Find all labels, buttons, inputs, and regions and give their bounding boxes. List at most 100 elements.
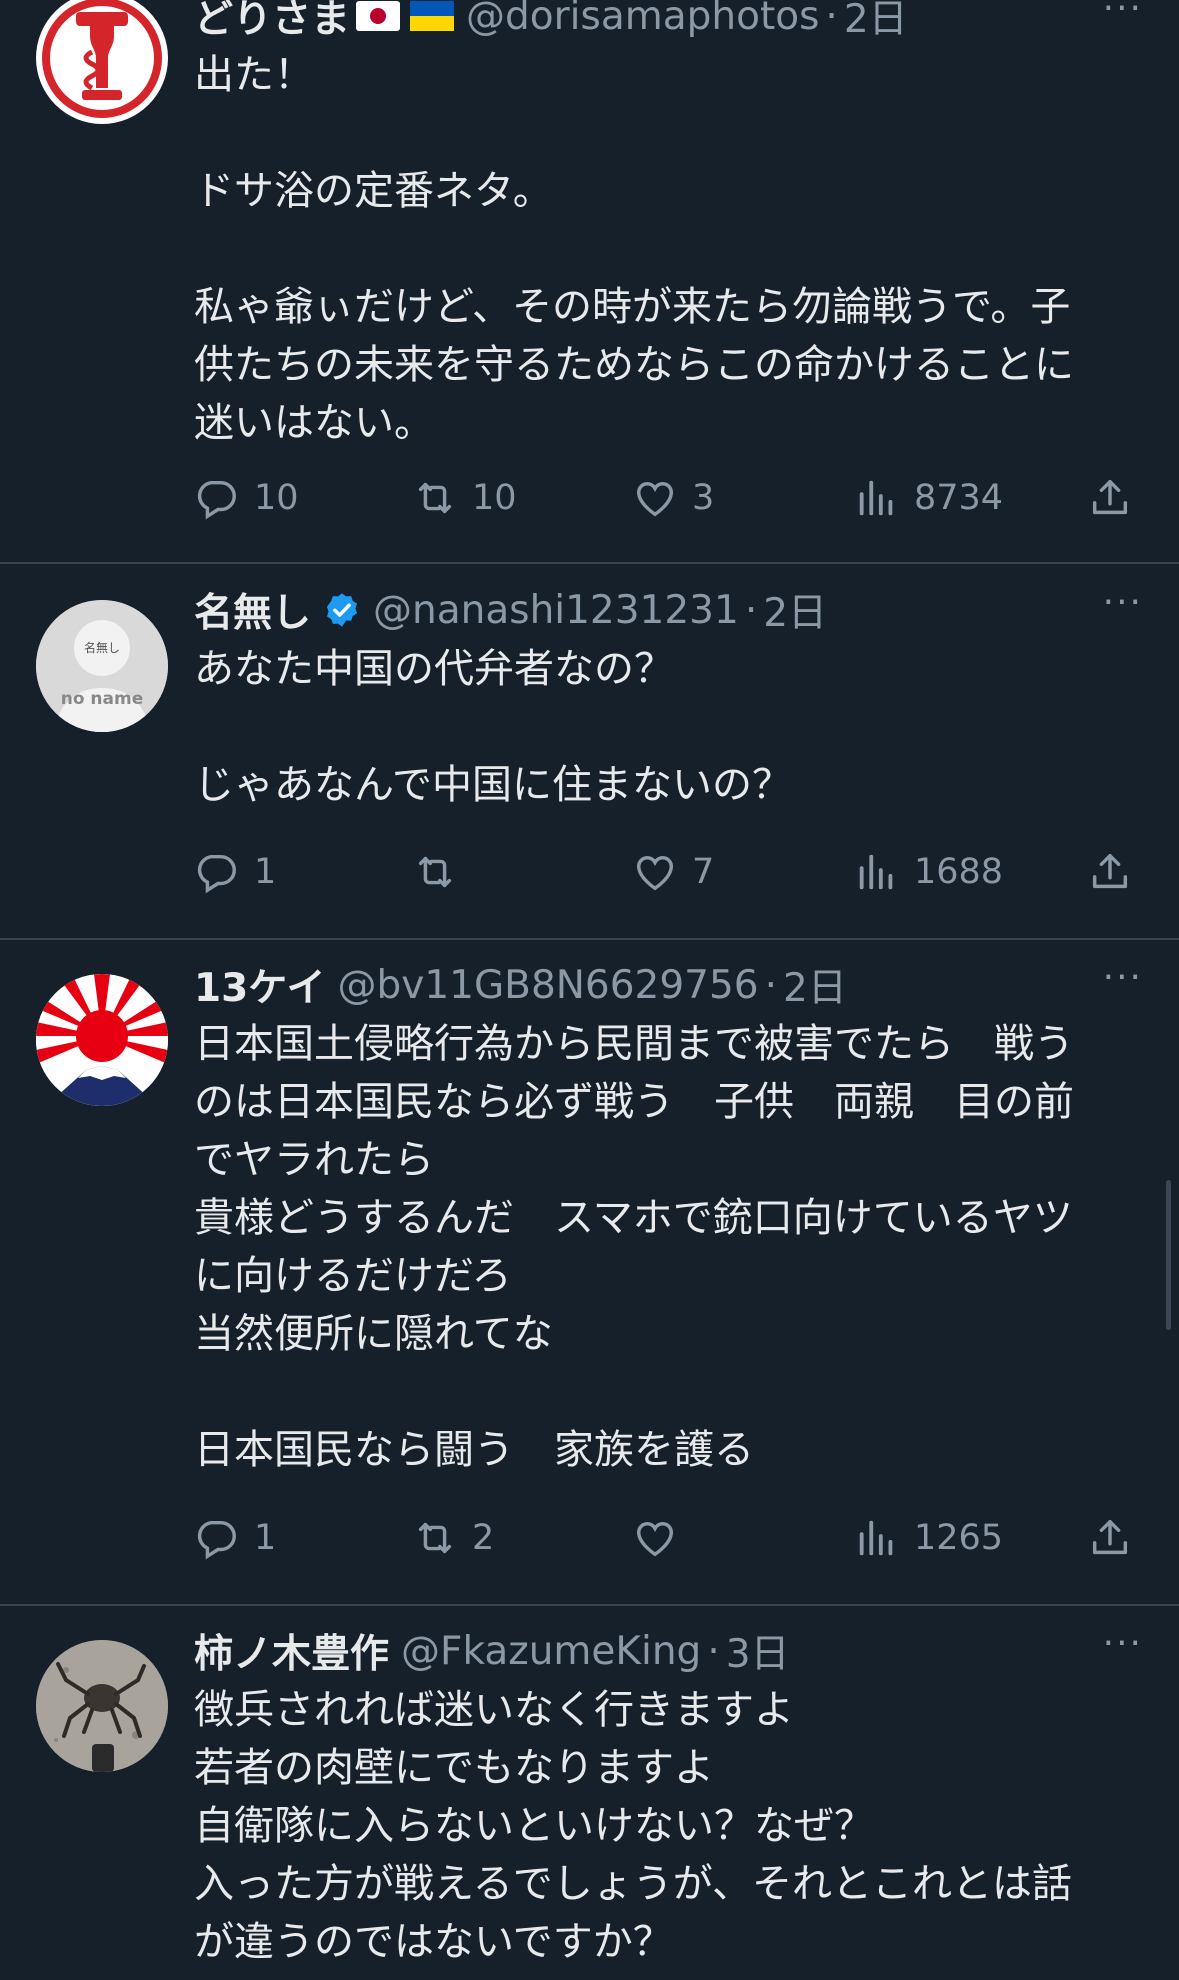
tweet-text: 出た！ ドサ浴の定番ネタ。 私ゃ爺ぃだけど、その時が来たら勿論戦うで。子 供たち… bbox=[194, 46, 1154, 452]
text-line: じゃあなんで中国に住まないの？ bbox=[194, 762, 792, 808]
display-name[interactable]: 柿ノ木豊作 bbox=[194, 1623, 389, 1679]
more-options-button[interactable]: ··· bbox=[1103, 1623, 1143, 1664]
reply-count: 10 bbox=[254, 478, 299, 518]
more-options-button[interactable]: ··· bbox=[1103, 957, 1143, 998]
separator-dot: · bbox=[825, 0, 838, 39]
share-button[interactable] bbox=[1087, 468, 1133, 528]
scrollbar[interactable] bbox=[1166, 1180, 1171, 1330]
text-line: 自衛隊に入らないといけない？なぜ？ bbox=[194, 1803, 874, 1849]
tweet-header: どりさま @dorisamaphotos · 2日 ··· bbox=[194, 0, 1143, 44]
text-line: ドサ浴の定番ネタ。 bbox=[194, 168, 553, 214]
text-line: 若者の肉壁にでもなりますよ bbox=[194, 1745, 714, 1791]
display-name[interactable]: 名無し bbox=[194, 582, 311, 638]
reply-button[interactable]: 1 bbox=[194, 842, 276, 902]
text-line bbox=[194, 698, 1154, 756]
timestamp[interactable]: 2日 bbox=[844, 0, 908, 44]
separator-dot: · bbox=[707, 1628, 720, 1674]
timestamp[interactable]: 2日 bbox=[783, 957, 847, 1013]
like-count: 3 bbox=[692, 478, 715, 518]
verified-badge-icon[interactable] bbox=[323, 591, 361, 629]
trumpet-logo-icon bbox=[38, 0, 166, 122]
share-button[interactable] bbox=[1087, 842, 1133, 902]
share-icon bbox=[1087, 475, 1133, 521]
timestamp[interactable]: 2日 bbox=[763, 582, 827, 638]
text-line: 当然便所に隠れてな bbox=[194, 1311, 553, 1357]
text-line: 入った方が戦えるでしょうが、それとこれとは話 bbox=[194, 1861, 1072, 1907]
share-button[interactable] bbox=[1087, 1508, 1133, 1568]
separator-dot: · bbox=[744, 587, 758, 633]
tweet-4[interactable]: 柿ノ木豊作 @FkazumeKing · 3日 ··· 徴兵されれば迷いなく行き… bbox=[0, 1606, 1179, 1980]
retweet-count: 2 bbox=[472, 1518, 495, 1558]
views-count: 1688 bbox=[914, 852, 1004, 892]
retweet-icon bbox=[412, 475, 458, 521]
rising-sun-flag-icon bbox=[36, 974, 168, 1106]
tweet-header: 柿ノ木豊作 @FkazumeKing · 3日 ··· bbox=[194, 1623, 1143, 1679]
display-name[interactable]: 13ケイ bbox=[194, 957, 326, 1013]
japan-flag-icon bbox=[356, 1, 401, 31]
views-icon bbox=[854, 475, 900, 521]
like-count: 7 bbox=[692, 852, 715, 892]
retweet-button[interactable]: 2 bbox=[412, 1508, 494, 1568]
avatar-label-bottom: no name bbox=[61, 689, 144, 709]
text-line: 貴様どうするんだ スマホで銃口向けているヤツ bbox=[194, 1195, 1073, 1241]
text-line: に向けるだけだろ bbox=[194, 1253, 512, 1299]
retweet-button[interactable] bbox=[412, 842, 472, 902]
views-button[interactable]: 1265 bbox=[854, 1508, 1003, 1568]
reply-icon bbox=[194, 849, 240, 895]
tweet-text: あなた中国の代弁者なの？ じゃあなんで中国に住まないの？ bbox=[194, 640, 1154, 814]
tweet-actions: 1 7 1688 bbox=[194, 842, 1139, 902]
handle[interactable]: @bv11GB8N6629756 bbox=[338, 963, 759, 1008]
tweet-3[interactable]: 13ケイ @bv11GB8N6629756 · 2日 ··· 日本国土侵略行為か… bbox=[0, 940, 1179, 1604]
more-options-button[interactable]: ··· bbox=[1103, 582, 1143, 623]
crab-photo-icon bbox=[36, 1640, 168, 1772]
default-profile-icon: 名無し no name bbox=[36, 600, 168, 732]
tweet-actions: 10 10 3 8734 bbox=[194, 468, 1139, 528]
avatar-fkazumeking[interactable] bbox=[36, 1640, 168, 1772]
avatar-13kei[interactable] bbox=[36, 974, 168, 1106]
text-line: 日本国土侵略行為から民間まで被害でたら 戦う bbox=[194, 1021, 1074, 1067]
more-options-button[interactable]: ··· bbox=[1103, 0, 1143, 29]
display-name[interactable]: どりさま bbox=[194, 0, 350, 44]
text-line: 私ゃ爺ぃだけど、その時が来たら勿論戦うで。子 bbox=[194, 284, 1071, 330]
ukraine-flag-icon bbox=[410, 1, 455, 31]
text-line bbox=[194, 220, 1154, 278]
heart-icon bbox=[632, 849, 678, 895]
avatar-nanashi[interactable]: 名無し no name bbox=[36, 600, 168, 732]
views-button[interactable]: 1688 bbox=[854, 842, 1003, 902]
reply-icon bbox=[194, 1515, 240, 1561]
like-button[interactable] bbox=[632, 1508, 692, 1568]
tweet-1[interactable]: どりさま @dorisamaphotos · 2日 ··· 出た！ ドサ浴の定番… bbox=[0, 0, 1179, 562]
timestamp[interactable]: 3日 bbox=[726, 1623, 790, 1679]
reply-button[interactable]: 1 bbox=[194, 1508, 276, 1568]
text-line: 日本国民なら闘う 家族を護る bbox=[194, 1427, 754, 1473]
text-line: でヤラれたら bbox=[194, 1137, 434, 1183]
retweet-count: 10 bbox=[472, 478, 517, 518]
tweet-2[interactable]: 名無し no name 名無し @nanashi1231231 · 2日 ···… bbox=[0, 564, 1179, 938]
handle[interactable]: @nanashi1231231 bbox=[373, 588, 739, 633]
text-line: のは日本国民なら必ず戦う 子供 両親 目の前 bbox=[194, 1079, 1074, 1125]
retweet-button[interactable]: 10 bbox=[412, 468, 517, 528]
views-icon bbox=[854, 1515, 900, 1561]
text-line: 迷いはない。 bbox=[194, 400, 434, 446]
reply-button[interactable]: 10 bbox=[194, 468, 299, 528]
reply-count: 1 bbox=[254, 852, 277, 892]
views-count: 8734 bbox=[914, 478, 1004, 518]
share-icon bbox=[1087, 1515, 1133, 1561]
like-button[interactable]: 7 bbox=[632, 842, 714, 902]
views-button[interactable]: 8734 bbox=[854, 468, 1003, 528]
tweet-header: 13ケイ @bv11GB8N6629756 · 2日 ··· bbox=[194, 957, 1143, 1013]
separator-dot: · bbox=[764, 962, 778, 1008]
handle[interactable]: @FkazumeKing bbox=[401, 1629, 701, 1674]
text-line: 徴兵されれば迷いなく行きますよ bbox=[194, 1687, 794, 1733]
heart-icon bbox=[632, 1515, 678, 1561]
handle[interactable]: @dorisamaphotos bbox=[466, 0, 819, 39]
tweet-actions: 1 2 1265 bbox=[194, 1508, 1139, 1568]
like-button[interactable]: 3 bbox=[632, 468, 714, 528]
views-icon bbox=[854, 849, 900, 895]
avatar-dorisama[interactable] bbox=[36, 0, 168, 124]
heart-icon bbox=[632, 475, 678, 521]
avatar-label-top: 名無し bbox=[84, 640, 120, 655]
views-count: 1265 bbox=[914, 1518, 1004, 1558]
text-line: あなた中国の代弁者なの？ bbox=[194, 646, 674, 692]
text-line bbox=[194, 104, 1154, 162]
